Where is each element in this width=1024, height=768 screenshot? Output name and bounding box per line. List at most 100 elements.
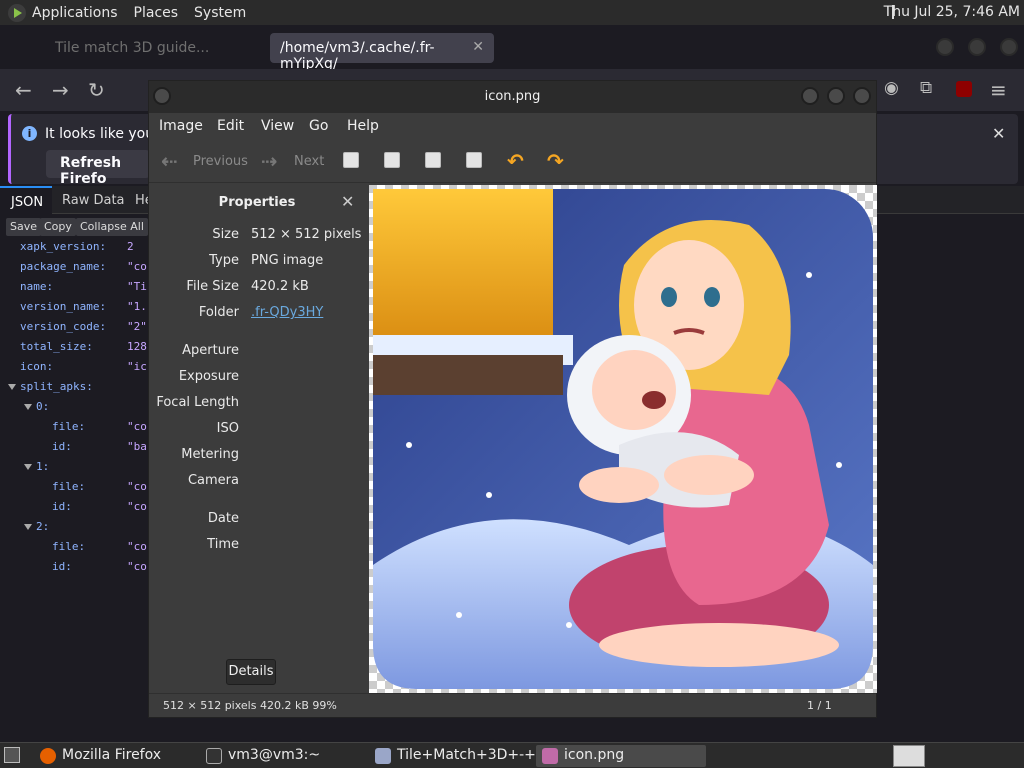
zoom-in-icon[interactable] [343,152,359,168]
json-row: icon: "ic [20,360,147,380]
json-row: id: "ba [52,440,147,460]
viewer-close-button[interactable] [853,87,871,105]
viewer-maximize-button[interactable] [827,87,845,105]
menu-view[interactable]: View [261,118,294,134]
viewer-menubar: Image Edit View Go Help [149,113,876,139]
json-row: file: "co [52,480,147,500]
ublock-icon[interactable] [956,81,972,97]
browser-tab-active[interactable]: /home/vm3/.cache/.fr-mYipXg/ ✕ [270,33,494,72]
json-row[interactable]: 1: [24,460,49,480]
mate-logo-icon[interactable] [8,3,26,22]
json-row[interactable]: 2: [24,520,49,540]
json-value: "co [127,480,147,493]
expand-twisty-icon[interactable] [8,384,16,390]
json-key: icon: [20,360,54,373]
tab-close-icon[interactable]: ✕ [472,39,484,55]
taskbar-item-file[interactable]: Tile+Match+3D+-+... [369,745,555,767]
json-value: "Ti [127,280,147,293]
json-row: file: "co [52,540,147,560]
next-button[interactable]: Next [294,154,324,169]
back-icon[interactable]: ← [15,78,32,102]
property-label: Focal Length [156,395,239,410]
image-canvas[interactable] [369,185,877,693]
copy-button[interactable]: Copy [40,218,76,236]
save-button[interactable]: Save [6,218,42,236]
json-value: "2" [127,320,147,333]
json-value: "co [127,420,147,433]
show-desktop-icon[interactable] [4,747,20,763]
json-row: version_name: "1. [20,300,147,320]
notification-close-icon[interactable]: ✕ [992,124,1005,143]
property-label: Metering [181,447,239,462]
expand-twisty-icon[interactable] [24,404,32,410]
menu-edit[interactable]: Edit [217,118,244,134]
json-row: package_name: "co [20,260,147,280]
expand-twisty-icon[interactable] [24,524,32,530]
maximize-button[interactable] [968,38,986,56]
taskbar-label: Tile+Match+3D+-+... [397,747,550,763]
json-key: file: [52,420,86,433]
property-label: Camera [187,473,239,488]
refresh-firefox-button[interactable]: Refresh Firefo [46,150,150,187]
account-icon[interactable]: ◉ [884,78,899,98]
viewer-minimize-button[interactable] [801,87,819,105]
json-row: name: "Ti [20,280,147,300]
tab-raw-data[interactable]: Raw Data [62,193,125,208]
extensions-icon[interactable]: ⧉ [920,78,932,98]
system-menu[interactable]: System [194,5,246,21]
close-button[interactable] [1000,38,1018,56]
tab-json[interactable]: JSON [0,186,52,214]
json-key: id: [52,440,72,453]
taskbar-item-terminal[interactable]: vm3@vm3:~ [200,745,326,767]
folder-link[interactable]: .fr-QDy3HY [251,305,323,320]
rotate-right-icon[interactable]: ↷ [547,149,564,173]
minimize-button[interactable] [936,38,954,56]
property-label: Folder [198,305,239,320]
json-row[interactable]: 0: [24,400,49,420]
menu-icon[interactable]: ≡ [990,78,1007,102]
reload-icon[interactable]: ↻ [88,78,105,102]
json-row: xapk_version: 2 [20,240,134,260]
taskbar-item-image-viewer[interactable]: icon.png [536,745,706,767]
json-row: total_size: 128 [20,340,147,360]
clock[interactable]: Thu Jul 25, 7:46 AM [884,4,1020,20]
json-value: "co [127,260,147,273]
json-value: 128 [127,340,147,353]
property-label: File Size [186,279,239,294]
json-key: 0: [36,400,50,413]
json-key: split_apks: [20,380,93,393]
property-label: Date [207,511,239,526]
expand-twisty-icon[interactable] [24,464,32,470]
taskbar-label: Mozilla Firefox [62,747,162,763]
json-toolbar: Save Copy Collapse All [0,215,148,239]
next-arrow-icon[interactable]: ⇢ [261,149,278,173]
menu-image[interactable]: Image [159,118,203,134]
taskbar-item-firefox[interactable]: Mozilla Firefox [34,745,167,767]
json-row[interactable]: split_apks: [8,380,93,400]
json-key: 1: [36,460,50,473]
collapse-all-button[interactable]: Collapse All [76,218,148,236]
zoom-normal-icon[interactable] [425,152,441,168]
viewer-titlebar[interactable]: icon.png [149,81,876,113]
viewer-statusbar: 512 × 512 pixels 420.2 kB 99% 1 / 1 [149,693,876,717]
details-button[interactable]: Details [226,659,276,685]
browser-tab[interactable]: Tile match 3D guide... [45,33,265,63]
places-menu[interactable]: Places [134,5,179,21]
applications-menu[interactable]: Applications [32,5,118,21]
image-viewer-window: icon.png Image Edit View Go Help ⇠ Previ… [148,80,877,718]
zoom-out-icon[interactable] [384,152,400,168]
forward-icon[interactable]: → [52,78,69,102]
zoom-fit-icon[interactable] [466,152,482,168]
properties-close-icon[interactable]: ✕ [341,192,354,211]
properties-panel: Properties ✕ Size 512 × 512 pixels Type PNG… [149,183,365,693]
menu-go[interactable]: Go [309,118,328,134]
previous-arrow-icon[interactable]: ⇠ [161,149,178,173]
property-label: Type [209,253,239,268]
workspace-switcher[interactable] [893,745,925,767]
rotate-left-icon[interactable]: ↶ [507,149,524,173]
terminal-icon [206,748,222,764]
properties-title: Properties [218,195,296,210]
menu-help[interactable]: Help [347,118,379,134]
previous-button[interactable]: Previous [193,154,248,169]
json-key: total_size: [20,340,93,353]
